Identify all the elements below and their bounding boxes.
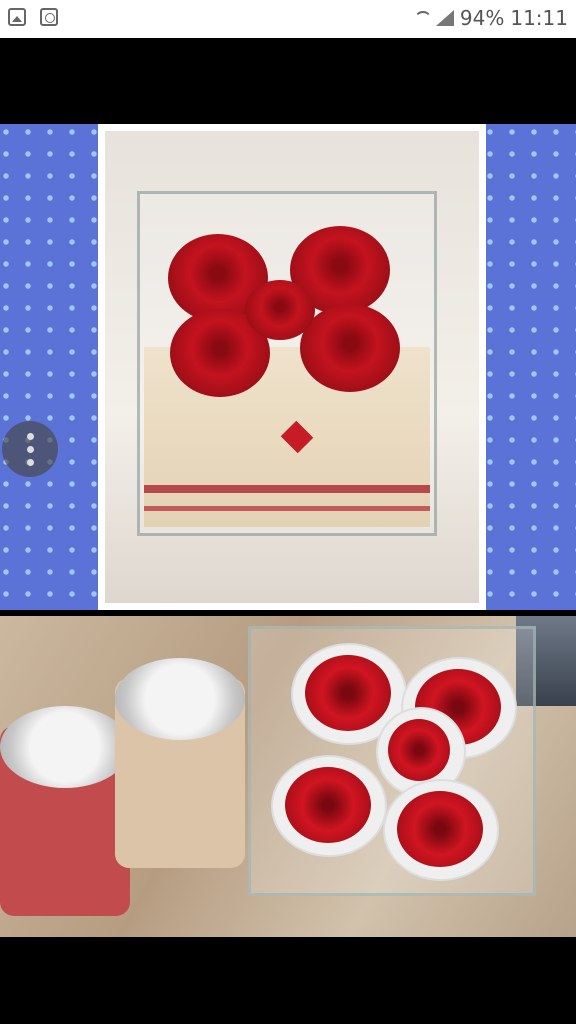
signal-icon bbox=[435, 10, 454, 26]
more-options-button[interactable] bbox=[2, 421, 58, 477]
status-bar: 94% 11:11 bbox=[0, 0, 576, 38]
image-viewer[interactable] bbox=[0, 124, 576, 937]
photo-frame bbox=[98, 124, 486, 610]
photo-cans-and-cups[interactable] bbox=[0, 616, 576, 937]
clock: 11:11 bbox=[510, 6, 568, 30]
more-vert-icon bbox=[27, 433, 34, 440]
battery-percent: 94% bbox=[459, 6, 505, 30]
gallery-notification-icon bbox=[40, 8, 58, 26]
photo-roses-glass-cube[interactable] bbox=[0, 124, 576, 610]
wifi-icon bbox=[412, 9, 432, 27]
image-notification-icon bbox=[8, 8, 26, 26]
glass-box-with-cups bbox=[248, 626, 536, 896]
glass-cube bbox=[137, 191, 437, 536]
